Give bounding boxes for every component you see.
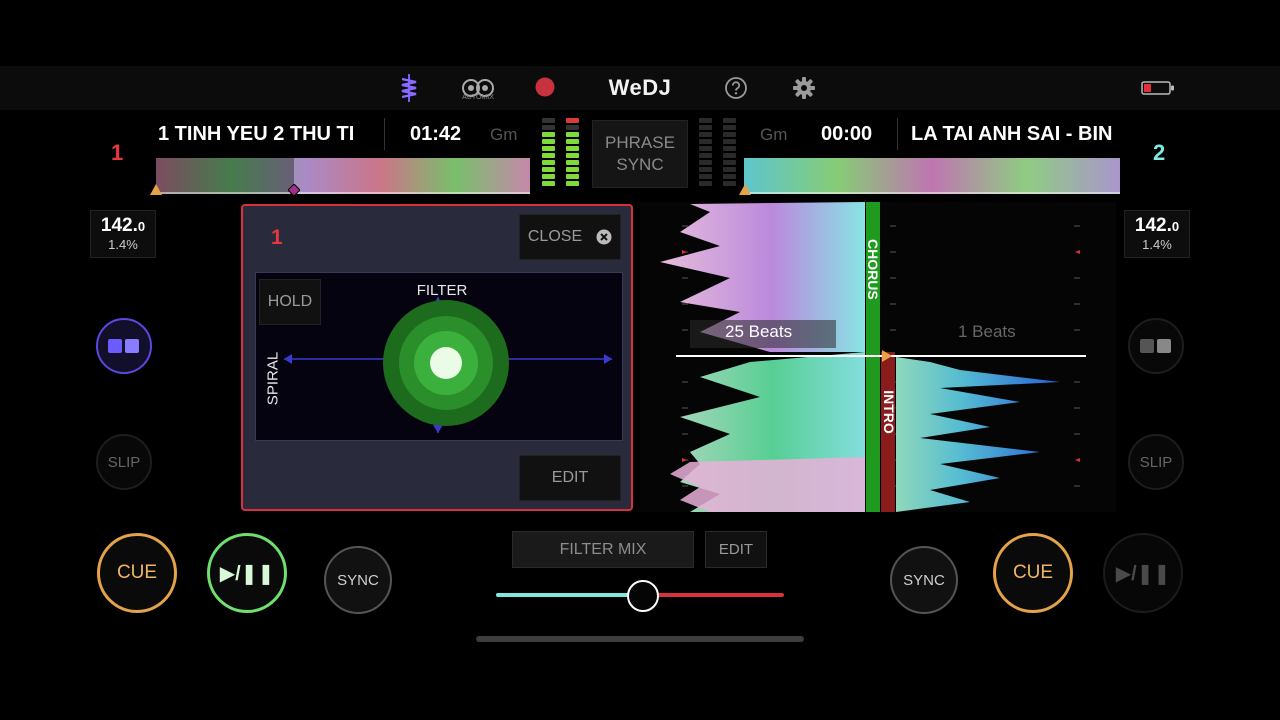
deck2-time: 00:00 [821, 123, 873, 145]
deck2-pitch: 1.4% [1142, 237, 1172, 252]
fx-y-axis-label: FILTER [416, 282, 468, 299]
phrase-sync-label-2: SYNC [616, 155, 664, 174]
deck2-overview-waveform[interactable] [744, 156, 1120, 194]
fx-hold-button[interactable]: HOLD [259, 279, 321, 325]
deck1-cue-marker [150, 183, 162, 201]
deck2-cue-button[interactable]: CUE [993, 533, 1073, 613]
deck1-slip-button[interactable]: SLIP [96, 434, 152, 490]
deck2-track-title[interactable]: LA TAI ANH SAI - BIN [911, 121, 1121, 147]
deck2-pad-mode-button[interactable] [1128, 318, 1184, 374]
deck2-bpm-display[interactable]: 142.0 1.4% [1124, 210, 1190, 258]
fx-deck-number: 1 [271, 226, 283, 249]
app-logo: WeDJ [608, 75, 672, 100]
right-phrase-label: INTRO [881, 390, 897, 434]
deck2-play-pause-button[interactable]: ▶/❚❚ [1103, 533, 1183, 613]
phrase-sync-button[interactable]: PHRASE SYNC [592, 120, 688, 188]
deck1-playhead-marker [287, 183, 301, 201]
deck1-bpm-display[interactable]: 142.0 1.4% [90, 210, 156, 258]
deck2-level-meter-r [723, 118, 736, 188]
deck2-number: 2 [1153, 140, 1166, 165]
divider [384, 118, 385, 150]
deck1-track-title[interactable]: 1 TINH YEU 2 THU TI [158, 121, 368, 147]
deck1-sync-button[interactable]: SYNC [324, 546, 392, 614]
left-beats-label: 25 Beats [725, 322, 793, 341]
deck1-pad-mode-button[interactable] [96, 318, 152, 374]
pad-grid-icon [108, 339, 139, 353]
deck1-bpm-int: 142. [100, 215, 138, 236]
deck1-level-meter-l [542, 118, 555, 188]
deck1-time: 01:42 [410, 123, 462, 145]
deck1-bpm-dec: 0 [137, 219, 146, 234]
crossfader-right-track [641, 593, 784, 597]
record-button[interactable] [534, 76, 556, 98]
help-button[interactable] [724, 76, 748, 100]
settings-button[interactable] [792, 76, 816, 100]
fx-close-button[interactable]: CLOSE [519, 214, 621, 260]
help-icon [725, 77, 747, 99]
deck1-level-meter-r [566, 118, 579, 188]
deck2-level-meter-l [699, 118, 712, 188]
divider [897, 118, 898, 150]
waveform-icon[interactable] [395, 72, 423, 104]
crossfader-knob[interactable] [627, 580, 659, 612]
deck2-key: Gm [760, 125, 788, 144]
crossfader[interactable] [496, 580, 786, 612]
fx-edit-button[interactable]: EDIT [519, 455, 621, 501]
automix-button[interactable]: AUTOMIX [458, 72, 498, 104]
home-indicator[interactable] [476, 636, 804, 642]
deck1-cue-button[interactable]: CUE [97, 533, 177, 613]
close-icon [596, 229, 612, 245]
filter-mix-button[interactable]: FILTER MIX [512, 531, 694, 568]
right-beats-label: 1 Beats [958, 322, 1016, 341]
deck2-slip-button[interactable]: SLIP [1128, 434, 1184, 490]
deck1-overview-waveform[interactable] [156, 156, 530, 194]
deck1-number: 1 [111, 140, 124, 165]
battery-icon [1140, 79, 1176, 97]
deck2-bpm-int: 142. [1134, 215, 1172, 236]
phrase-sync-label-1: PHRASE [605, 133, 675, 152]
left-phrase-label: CHORUS [865, 239, 881, 300]
deck2-sync-button[interactable]: SYNC [890, 546, 958, 614]
automix-label: AUTOMIX [462, 94, 494, 101]
deck2-cue-marker [739, 183, 751, 201]
pad-grid-icon [1140, 339, 1171, 353]
mixer-edit-button[interactable]: EDIT [705, 531, 767, 568]
record-icon [535, 77, 555, 97]
main-waveform-view[interactable]: 25 Beats 1 Beats CHORUS INTRO [640, 202, 1116, 512]
close-label: CLOSE [527, 228, 583, 245]
fx-x-axis-label: SPIRAL [264, 351, 282, 406]
deck1-key: Gm [490, 125, 518, 144]
deck2-bpm-dec: 0 [1171, 219, 1180, 234]
deck1-play-pause-button[interactable]: ▶/❚❚ [207, 533, 287, 613]
crossfader-left-track [496, 593, 641, 597]
gear-icon [793, 77, 815, 99]
deck1-pitch: 1.4% [108, 237, 138, 252]
